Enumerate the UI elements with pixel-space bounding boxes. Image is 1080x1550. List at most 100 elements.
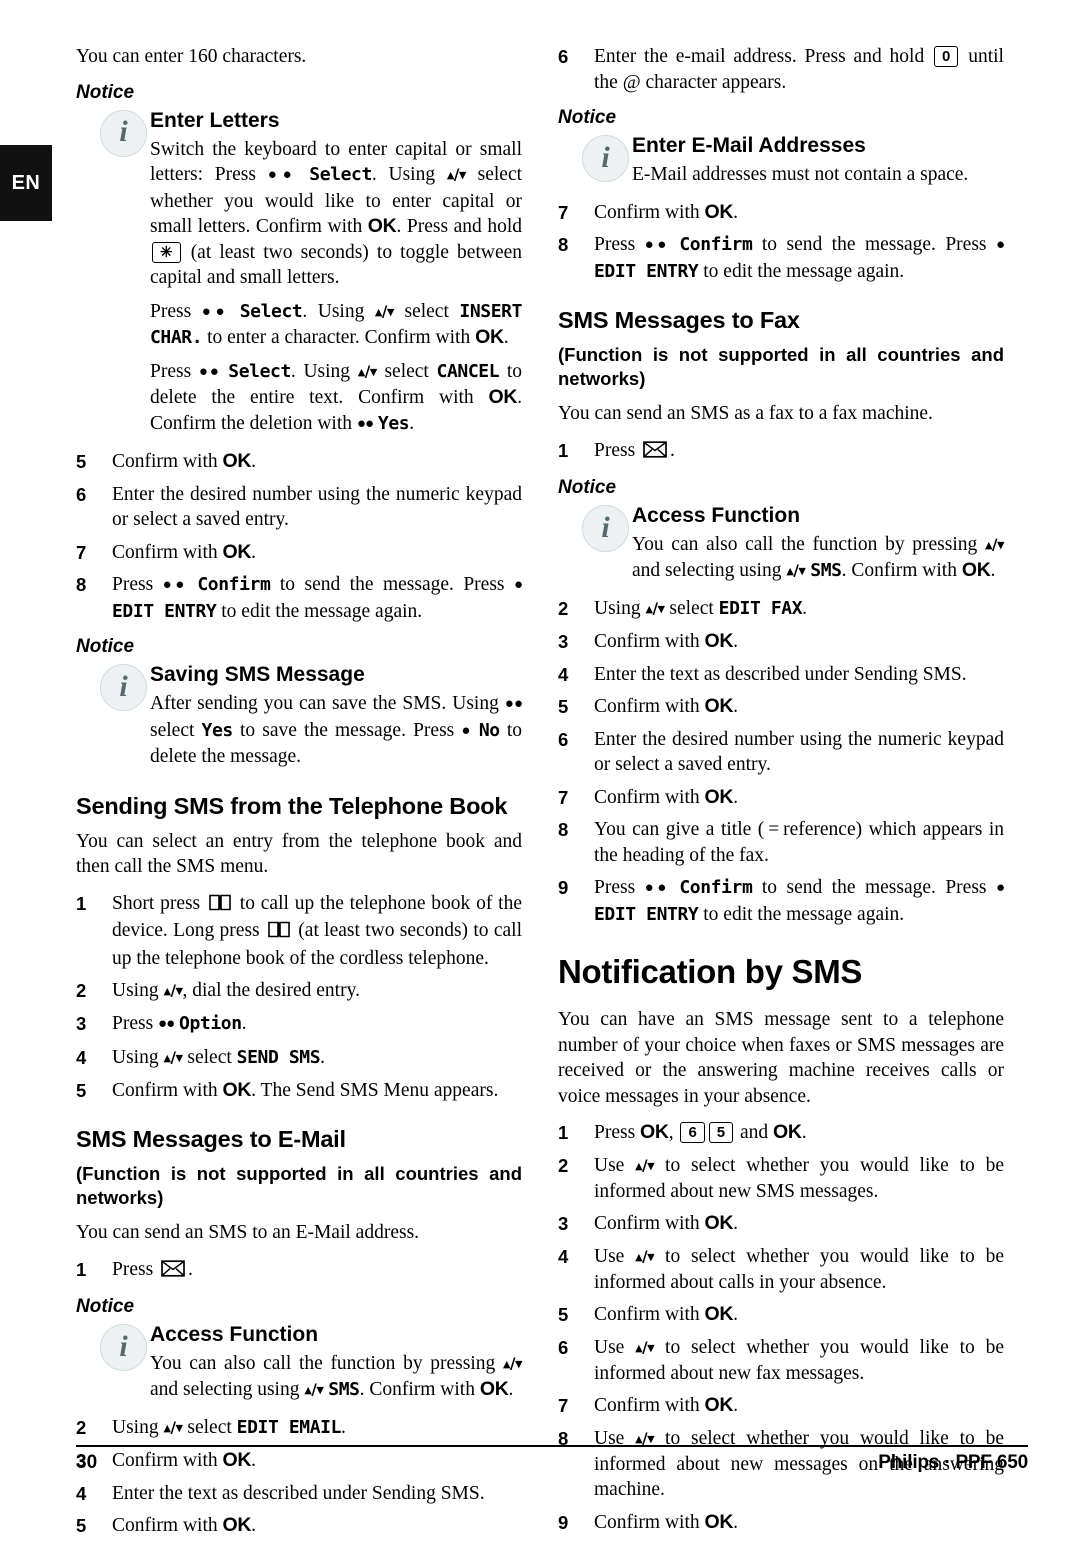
softkey-dots: ●● <box>504 696 523 712</box>
text-run: select <box>182 1046 237 1068</box>
text-run: . <box>733 696 739 717</box>
text-run: You can give a title ( = reference) whic… <box>594 819 1004 866</box>
text-run: to select whether you would like to be i… <box>594 1245 1004 1293</box>
text-run: to select whether you would like to be i… <box>594 1154 1004 1202</box>
list-item: 8 You can give a title ( = reference) whi… <box>558 817 1004 868</box>
manual-page: EN You can enter 160 characters. Notice … <box>0 0 1080 1536</box>
lcd-text: SMS <box>810 560 842 581</box>
lcd-text: EDIT EMAIL <box>236 1417 342 1438</box>
text-run: to edit the message again. <box>698 260 905 282</box>
ok-key-label: OK <box>704 1303 734 1325</box>
notice-paragraph: Press ●● Select. Using ▴/▾ select INSERT… <box>150 299 522 351</box>
lcd-text: Yes <box>377 412 410 434</box>
text-run: Confirm with <box>594 1511 705 1533</box>
step-number: 3 <box>558 631 569 652</box>
heading-sms-messages-to-fax: SMS Messages to Fax <box>558 307 800 333</box>
text-run: to select whether you would like to be i… <box>594 1336 1004 1384</box>
updown-arrows-icon: ▴/▾ <box>163 981 183 1000</box>
brand-model: Philips · PPF 650 <box>878 1452 1028 1473</box>
notice-title: Access Function <box>150 1323 319 1346</box>
page-footer: 30 Philips · PPF 650 <box>76 1445 1028 1485</box>
step-number: 8 <box>76 574 87 595</box>
text-run: Confirm with <box>594 1304 705 1325</box>
softkey-dots: ●● <box>644 237 671 253</box>
fax-availability-note: (Function is not supported in all countr… <box>558 344 1004 389</box>
heading-notification-by-sms: Notification by SMS <box>558 953 863 990</box>
list-item: 6 Enter the desired number using the nume… <box>76 482 522 533</box>
step-number: 1 <box>558 439 569 461</box>
list-item: 2 Using ▴/▾, dial the desired entry. <box>76 978 522 1004</box>
list-item: 5 Confirm with OK. <box>558 1302 1004 1328</box>
heading-sms-messages-to-email: SMS Messages to E-Mail <box>76 1126 346 1152</box>
lcd-text: Option <box>179 1013 242 1034</box>
list-item: 7 Confirm with OK. <box>558 1393 1004 1419</box>
notice-title: Saving SMS Message <box>150 663 365 686</box>
text-run: . <box>733 1511 739 1533</box>
text-run: . Using <box>371 164 447 185</box>
text-run: Using <box>112 1046 164 1068</box>
info-icon: i <box>582 505 629 552</box>
lcd-text: No <box>478 719 500 741</box>
text-run: After sending you can save the SMS. Usin… <box>150 693 505 714</box>
list-item: 9 Confirm with OK. <box>558 1510 1004 1536</box>
list-item: 8 Press ●● Confirm to send the message. P… <box>76 572 523 624</box>
updown-arrows-icon: ▴/▾ <box>502 1354 523 1373</box>
language-tab-label: EN <box>11 171 41 194</box>
text-run: . <box>251 451 257 472</box>
text-run: Press <box>594 439 641 461</box>
lcd-text: Select <box>239 300 303 322</box>
notification-intro: You can have an SMS message sent to a te… <box>558 1009 1004 1107</box>
list-item: 4 Use ▴/▾ to select whether you would lik… <box>558 1244 1004 1296</box>
lcd-text: CANCEL <box>436 360 500 382</box>
text-run: Using <box>112 1417 164 1438</box>
notice-title: Access Function <box>632 504 801 527</box>
updown-arrows-icon: ▴/▾ <box>446 165 467 184</box>
footer-divider <box>76 1445 1028 1447</box>
text-run: . <box>990 560 996 581</box>
updown-arrows-icon: ▴/▾ <box>374 302 395 320</box>
text-run: to enter a character. Confirm with <box>202 327 476 348</box>
updown-arrows-icon: ▴/▾ <box>635 1247 655 1265</box>
step-number: 6 <box>558 46 569 67</box>
ok-key-label: OK <box>488 386 518 408</box>
ok-key-label: OK <box>222 540 252 563</box>
text-run: . <box>733 1213 739 1234</box>
text-run: Use <box>594 1154 636 1176</box>
notice-paragraph: You can also call the function by pressi… <box>150 1351 523 1403</box>
text-run: to edit the message again. <box>698 903 905 925</box>
text-run: Using <box>594 598 646 619</box>
list-item: 1 Press OK, 65 and OK. <box>558 1120 1004 1146</box>
text-run: Confirm with <box>594 786 705 808</box>
text-run: select <box>150 719 202 741</box>
lcd-text: Yes <box>201 719 234 741</box>
updown-arrows-icon: ▴/▾ <box>786 561 806 580</box>
left-column: You can enter 160 characters. Notice i E… <box>76 44 523 1550</box>
step-number: 2 <box>558 1154 569 1176</box>
text-run: Confirm with <box>112 451 223 472</box>
list-item: 5 Confirm with OK. The Send SMS Menu appe… <box>76 1078 522 1104</box>
lcd-text: Select <box>309 164 372 185</box>
text-run: . <box>508 1379 514 1400</box>
list-item: 2 Using ▴/▾ select EDIT EMAIL. <box>76 1415 522 1441</box>
text-run: Confirm with <box>112 1515 223 1536</box>
text-run: . <box>733 201 739 223</box>
text-run: Short press <box>112 892 206 914</box>
text-run: . <box>733 631 739 652</box>
softkey-dots: ●● <box>201 303 230 320</box>
list-item: 1 Press . <box>558 438 1004 466</box>
text-run: to send the message. Press <box>752 877 996 898</box>
email-steps-continued: 6 Enter the e-mail address. Press and hol… <box>558 44 1004 95</box>
text-run: to edit the message again. <box>216 600 423 622</box>
text-run: . <box>341 1417 346 1438</box>
notice-enter-letters: i Enter Letters Switch the keyboard to e… <box>76 108 522 438</box>
text-run: Enter the desired number using the numer… <box>594 728 1004 776</box>
text-run: Confirm with <box>594 631 705 652</box>
ok-key-label: OK <box>222 1078 252 1101</box>
list-item: 8 Press ●● Confirm to send the message. P… <box>558 232 1005 284</box>
step-number: 1 <box>76 892 87 914</box>
softkey-dots: ●● <box>356 415 374 432</box>
text-run: . The Send SMS Menu appears. <box>251 1079 499 1101</box>
text-run: Confirm with <box>112 1079 223 1101</box>
step-number: 9 <box>558 877 569 898</box>
list-item: 4 Enter the text as described under Sendi… <box>558 662 1004 688</box>
